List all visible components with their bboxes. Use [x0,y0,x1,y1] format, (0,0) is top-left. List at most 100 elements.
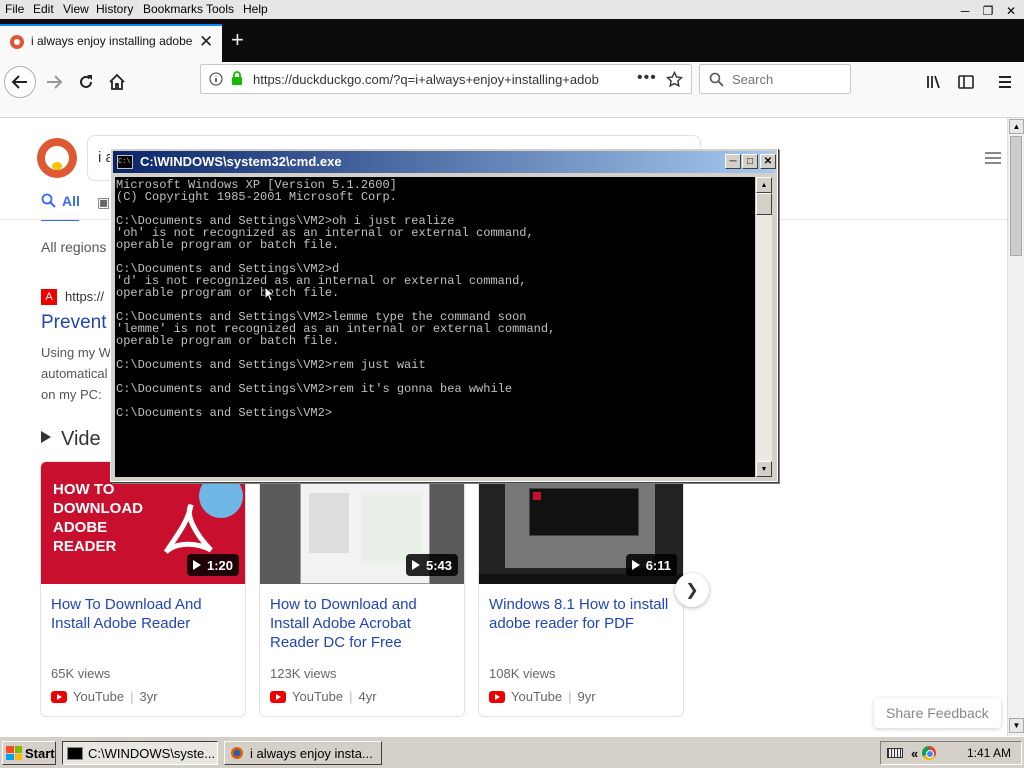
menu-history[interactable]: History [96,2,133,16]
sidebar-button[interactable] [950,66,982,98]
firefox-icon [229,746,245,760]
video-views: 65K views [51,666,111,681]
taskbar: Start C:\WINDOWS\syste... i always enjoy… [0,736,1024,768]
new-tab-icon[interactable]: + [231,27,244,53]
video-views: 123K views [270,666,337,681]
page-menu-icon[interactable] [985,152,1001,167]
cmd-minimize-button[interactable]: ─ [725,154,741,169]
minimize-icon[interactable]: ─ [956,3,974,19]
snippet-line: automatical [41,366,108,381]
images-tab-icon[interactable]: ▣ [97,194,110,211]
snippet-line: on my PC: [41,387,102,402]
menu-help[interactable]: Help [243,2,268,16]
cmd-scrollbar[interactable]: ▲ ▼ [756,177,772,477]
url-bar[interactable]: https://duckduckgo.com/?q=i+always+enjoy… [200,64,692,94]
video-views: 108K views [489,666,556,681]
scroll-up-icon[interactable]: ▲ [756,177,772,193]
scroll-down-icon[interactable]: ▼ [1009,718,1024,733]
tab-all[interactable]: All [41,193,80,221]
page-scrollbar[interactable]: ▲ ▼ [1007,118,1024,736]
duckduckgo-logo[interactable] [37,138,77,178]
close-window-icon[interactable]: ✕ [1002,3,1020,19]
cmd-output: Microsoft Windows XP [Version 5.1.2600] … [116,178,556,420]
tab-strip: i always enjoy installing adobe rea ✕ + [0,19,1024,62]
video-source: YouTube | 3yr [51,689,158,704]
video-card[interactable]: HOW TO DOWNLOAD ADOBE READER 1:20 How To… [40,461,246,717]
back-button[interactable] [4,66,36,98]
videos-heading[interactable]: Vide [41,428,101,451]
video-source: YouTube | 9yr [489,689,596,704]
keyboard-icon[interactable] [887,748,903,758]
cmd-title-bar[interactable]: C:\ C:\WINDOWS\system32\cmd.exe ─ □ ✕ [113,151,776,173]
scrollbar-thumb[interactable] [1010,136,1022,256]
menu-tools[interactable]: Tools [206,2,234,16]
video-duration: 6:11 [625,554,677,576]
chevron-right-icon: ❯ [685,582,699,599]
youtube-icon [51,690,67,703]
chrome-icon[interactable] [922,746,937,760]
video-source-name: YouTube [292,689,344,704]
video-source: YouTube | 4yr [270,689,377,704]
cmd-maximize-button[interactable]: □ [742,154,758,169]
taskbar-item-cmd[interactable]: C:\WINDOWS\syste... [62,741,218,765]
video-card[interactable]: 5:43 How to Download and Install Adobe A… [259,461,465,717]
menu-bookmarks[interactable]: Bookmarks [143,2,203,16]
menu-view[interactable]: View [63,2,89,16]
video-title[interactable]: Windows 8.1 How to install adobe reader … [489,595,675,633]
cmd-close-button[interactable]: ✕ [760,154,776,169]
cmd-icon [67,746,83,760]
forward-button[interactable] [38,66,70,98]
menu-file[interactable]: File [5,2,24,16]
screenshot-thumbnail [505,468,655,568]
scroll-down-icon[interactable]: ▼ [756,461,772,477]
menu-edit[interactable]: Edit [33,2,54,16]
start-button[interactable]: Start [2,741,56,765]
search-bar[interactable]: Search [699,64,851,94]
app-menu-button[interactable] [989,66,1021,98]
browser-tab[interactable]: i always enjoy installing adobe rea ✕ [0,24,222,62]
taskbar-item-firefox[interactable]: i always enjoy insta... [224,741,382,765]
close-tab-icon[interactable]: ✕ [199,32,213,52]
share-feedback-button[interactable]: Share Feedback [874,698,1001,728]
clock[interactable]: 1:41 AM [967,746,1011,760]
home-icon [109,73,125,90]
bookmark-star-icon [666,71,683,88]
video-duration: 5:43 [405,554,458,576]
cmd-scrollbar-thumb[interactable] [756,193,772,215]
restore-icon[interactable]: ❐ [979,3,997,19]
next-videos-button[interactable]: ❯ [675,573,709,607]
cmd-window[interactable]: C:\ C:\WINDOWS\system32\cmd.exe ─ □ ✕ Mi… [110,148,778,482]
video-age: 4yr [358,689,377,704]
menu-bar: File Edit View History Bookmarks Tools H… [0,0,1024,19]
video-title[interactable]: How To Download And Install Adobe Reader [51,595,237,633]
navigation-toolbar: https://duckduckgo.com/?q=i+always+enjoy… [0,62,1024,118]
result-title[interactable]: Prevent [41,312,106,334]
start-label: Start [25,745,55,761]
cmd-title-text: C:\WINDOWS\system32\cmd.exe [140,154,342,169]
search-placeholder: Search [732,72,774,87]
videos-heading-label: Vide [61,428,101,450]
scroll-up-icon[interactable]: ▲ [1009,119,1024,134]
snippet-line: Using my W [41,345,112,360]
cmd-console[interactable]: Microsoft Windows XP [Version 5.1.2600] … [115,177,755,477]
library-button[interactable] [918,66,950,98]
reload-button[interactable] [70,66,102,98]
video-title[interactable]: How to Download and Install Adobe Acroba… [270,595,456,652]
tab-title: i always enjoy installing adobe rea [31,34,194,48]
system-tray: « 1:41 AM [880,741,1022,765]
play-icon [411,560,420,570]
search-icon [41,193,56,208]
page-actions-icon[interactable]: ••• [637,69,657,87]
adobe-favicon-icon: A [41,289,57,305]
video-age: 3yr [139,689,158,704]
duration-text: 1:20 [206,557,233,573]
result-url[interactable]: https:// [65,289,104,304]
home-button[interactable] [101,66,133,98]
video-source-name: YouTube [511,689,563,704]
video-duration: 1:20 [186,554,239,576]
info-icon [209,72,223,86]
show-hidden-icons-icon[interactable]: « [911,746,918,761]
cmd-icon: C:\ [117,155,133,169]
video-card[interactable]: 6:11 Windows 8.1 How to install adobe re… [478,461,684,717]
region-selector[interactable]: All regions [41,239,106,255]
